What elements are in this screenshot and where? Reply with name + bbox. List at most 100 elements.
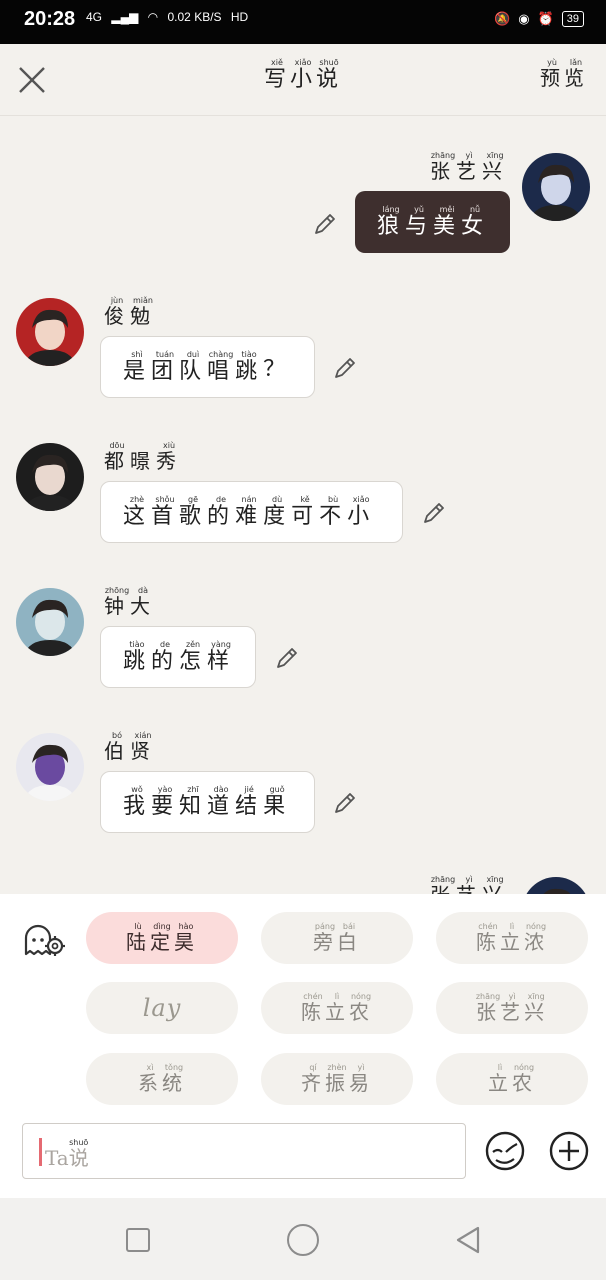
avatar[interactable]: [16, 443, 84, 511]
sender-name: 钟zhōng大dà: [104, 586, 156, 619]
role-chip[interactable]: lay: [86, 982, 238, 1034]
role-char: 兴xīng: [524, 991, 549, 1024]
name-char: 秀xiù: [156, 441, 182, 473]
avatar-boxian: [24, 744, 76, 801]
square-icon[interactable]: [126, 1228, 150, 1252]
avatar[interactable]: [16, 733, 84, 801]
role-char: 易yì: [349, 1062, 373, 1095]
role-char: 旁páng: [313, 921, 337, 954]
role-char: 昊hào: [174, 921, 198, 954]
role-char: 陈chén: [476, 921, 500, 954]
title-bar: 写xiě小xiǎo说shuō 预yù览lǎn: [0, 44, 606, 116]
message-char: 可kě: [291, 494, 320, 529]
message-char: 团tuán: [151, 349, 180, 384]
role-char: 白bái: [337, 921, 361, 954]
message-bubble[interactable]: 这zhè 首shǒu 歌gē 的de 难nán 度dù 可kě 不bù 小xiǎo: [100, 481, 403, 543]
message-char: 果guǒ: [263, 784, 292, 819]
message-input[interactable]: Ta说shuō: [22, 1123, 466, 1179]
pencil-icon[interactable]: [274, 645, 300, 671]
avatar[interactable]: [522, 877, 590, 894]
role-char: 立lì: [500, 921, 524, 954]
role-char: 齐qí: [301, 1062, 325, 1095]
message-char: 唱chàng: [207, 349, 236, 384]
role-settings-icon[interactable]: [20, 920, 68, 960]
role-chip[interactable]: 齐qí 振zhèn 易yì: [261, 1053, 413, 1105]
name-char: 俊jùn: [104, 296, 130, 328]
role-chip[interactable]: 陈chén 立lì 农nóng: [261, 982, 413, 1034]
role-char: 系xì: [138, 1062, 162, 1095]
pencil-icon[interactable]: [332, 355, 358, 381]
message-char: 度dù: [263, 494, 292, 529]
network-type: 4G: [86, 10, 103, 24]
speed-text: 0.02 KB/S: [167, 10, 222, 24]
message-char: 不bù: [319, 494, 348, 529]
mute-icon: 🔕: [494, 11, 511, 26]
avatar-zhongda: [24, 599, 76, 656]
title-char: 说shuō: [316, 58, 343, 92]
message-char: 歌gē: [179, 494, 208, 529]
pencil-icon[interactable]: [421, 500, 447, 526]
name-char: 暻: [130, 449, 156, 473]
message-char: ？: [263, 357, 292, 382]
name-char: 张zhāng: [430, 151, 456, 183]
message-char: 我wǒ: [123, 784, 152, 819]
status-right: 🔕 ◉ ⏰ 39: [494, 11, 584, 27]
preview-char: 预yù: [540, 58, 564, 90]
plus-icon[interactable]: [548, 1130, 590, 1172]
triangle-back-icon[interactable]: [452, 1224, 484, 1256]
emoji-icon[interactable]: [484, 1130, 526, 1172]
role-chip[interactable]: 立lì 农nóng: [436, 1053, 588, 1105]
message-bubble[interactable]: 跳tiào 的de 怎zěn 样yàng: [100, 626, 256, 688]
lock-icon: ◉: [518, 11, 530, 26]
message-char: 要yào: [151, 784, 180, 819]
status-bar: 20:28 4G ▂▄▆ ◠ 0.02 KB/S HD 🔕 ◉ ⏰ 39: [0, 0, 606, 44]
message-char: 怎zěn: [179, 639, 208, 674]
name-char: 勉miǎn: [130, 296, 156, 328]
preview-button[interactable]: 预yù览lǎn: [540, 58, 588, 91]
message-bubble[interactable]: 狼láng 与yǔ 美měi 女nǚ: [355, 191, 510, 253]
alarm-icon: ⏰: [537, 11, 554, 26]
placeholder-char: 说shuō: [68, 1138, 89, 1170]
message-char: 这zhè: [123, 494, 152, 529]
role-char: 浓nóng: [524, 921, 548, 954]
sender-name: 俊jùn勉miǎn: [104, 296, 156, 329]
message-char: 知zhī: [179, 784, 208, 819]
message-char: 难nán: [235, 494, 264, 529]
chat-area[interactable]: 张zhāng艺yì兴xīng 狼láng 与yǔ 美měi 女nǚ 俊jùn勉miǎn 是…: [0, 117, 606, 894]
role-chip[interactable]: 张zhāng 艺yì 兴xīng: [436, 982, 588, 1034]
role-chip[interactable]: 系xì 统tǒng: [86, 1053, 238, 1105]
message-char: 队duì: [179, 349, 208, 384]
avatar[interactable]: [16, 588, 84, 656]
role-chip[interactable]: 陈chén 立lì 浓nóng: [436, 912, 588, 964]
message-bubble[interactable]: 是shì 团tuán 队duì 唱chàng 跳tiào？: [100, 336, 315, 398]
role-chip[interactable]: 陆lù 定dìng 昊hào: [86, 912, 238, 964]
name-char: 贤xián: [130, 731, 156, 763]
message-char: 样yàng: [207, 639, 236, 674]
message-char: 道dào: [207, 784, 236, 819]
role-char: 定dìng: [150, 921, 174, 954]
name-char: 都dōu: [104, 441, 130, 473]
avatar-dujingxiu: [24, 454, 76, 511]
role-chip[interactable]: 旁páng 白bái: [261, 912, 413, 964]
message-char: 是shì: [123, 349, 152, 384]
message-bubble[interactable]: 我wǒ 要yào 知zhī 道dào 结jié 果guǒ: [100, 771, 315, 833]
title-char: 写xiě: [263, 58, 290, 92]
pencil-icon[interactable]: [312, 211, 338, 237]
title-char: 小xiǎo: [289, 58, 316, 92]
message-char: 跳tiào: [123, 639, 152, 674]
circle-icon[interactable]: [287, 1224, 319, 1256]
message-char: 小xiǎo: [347, 494, 376, 529]
name-char: 大dà: [130, 586, 156, 618]
name-char: 兴xīng: [482, 875, 508, 894]
role-char: 统tǒng: [162, 1062, 186, 1095]
pencil-icon[interactable]: [332, 790, 358, 816]
preview-char: 览lǎn: [564, 58, 588, 90]
status-network: 4G ▂▄▆ ◠ 0.02 KB/S HD: [86, 10, 254, 24]
battery-indicator: 39: [561, 11, 584, 27]
message-char: 与yǔ: [405, 204, 434, 239]
avatar[interactable]: [522, 153, 590, 221]
message-char: 跳tiào: [235, 349, 264, 384]
name-char: 兴xīng: [482, 151, 508, 183]
avatar[interactable]: [16, 298, 84, 366]
role-char: 立lì: [325, 991, 349, 1024]
